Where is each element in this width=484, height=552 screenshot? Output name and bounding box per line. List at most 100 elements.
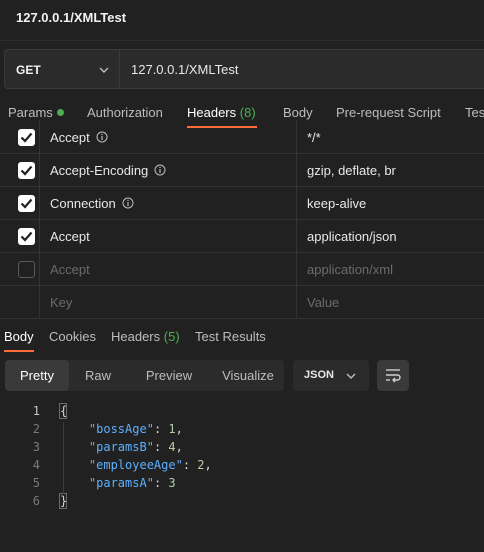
view-pretty-button[interactable]: Pretty xyxy=(5,360,69,391)
url-input[interactable]: 127.0.0.1/XMLTest xyxy=(131,62,238,77)
header-key: Accept-Encoding xyxy=(50,163,166,178)
header-checkbox[interactable] xyxy=(18,129,35,146)
tab-headers[interactable]: Headers (8) xyxy=(187,105,256,120)
header-key: Connection xyxy=(50,196,134,211)
header-value-text: application/json xyxy=(307,229,397,244)
tab-pre-request-script[interactable]: Pre-request Script xyxy=(336,105,441,120)
close-brace: } xyxy=(60,494,68,508)
open-brace: { xyxy=(60,404,68,418)
line-number: 2 xyxy=(32,422,40,436)
header-value-cell[interactable]: keep-alive xyxy=(297,187,484,219)
json-value: 4 xyxy=(168,440,176,454)
header-row: Accept application/json xyxy=(0,220,484,253)
line-number: 5 xyxy=(32,476,40,490)
response-tab-test-results[interactable]: Test Results xyxy=(195,329,266,344)
json-sep: , xyxy=(175,422,183,436)
header-row: Accept-Encoding gzip, deflate, br xyxy=(0,154,484,187)
format-label: JSON xyxy=(304,369,334,381)
tab-authorization[interactable]: Authorization xyxy=(87,105,163,120)
header-row-check-cell xyxy=(0,187,40,219)
tab-tests-label: Tes xyxy=(465,105,484,120)
request-title[interactable]: 127.0.0.1/XMLTest xyxy=(16,10,126,25)
tab-body-label: Body xyxy=(283,105,313,120)
params-indicator-dot xyxy=(56,109,64,116)
header-key-text: Accept xyxy=(50,229,90,244)
line-number: 6 xyxy=(32,494,40,508)
json-key: "employeeAge" xyxy=(88,458,183,472)
code-entry: "paramsB": 4, xyxy=(60,440,183,454)
new-header-value-input[interactable]: Value xyxy=(297,286,484,318)
json-key: "paramsA" xyxy=(88,476,154,490)
response-tab-cookies[interactable]: Cookies xyxy=(49,329,96,344)
json-value: 1 xyxy=(168,422,176,436)
json-colon: : xyxy=(153,476,169,490)
header-value-cell[interactable]: gzip, deflate, br xyxy=(297,154,484,186)
code-line: 3 "paramsB": 4, xyxy=(0,438,484,456)
new-header-key-input[interactable]: Key xyxy=(40,286,297,318)
code-entry: "bossAge": 1, xyxy=(60,422,183,436)
header-key-cell[interactable]: Connection xyxy=(40,187,297,219)
chevron-down-icon xyxy=(346,373,356,379)
header-checkbox[interactable] xyxy=(18,162,35,179)
code-line: 5 "paramsA": 3 xyxy=(0,474,484,492)
json-colon: : xyxy=(153,422,169,436)
response-tabs: Body Cookies Headers (5) Test Results xyxy=(0,320,484,354)
header-value-cell[interactable]: application/json xyxy=(297,220,484,252)
tab-headers-label: Headers xyxy=(187,105,237,120)
header-key: Accept xyxy=(50,130,108,145)
header-key-cell[interactable]: Accept xyxy=(40,220,297,252)
tab-authorization-label: Authorization xyxy=(87,105,163,120)
header-checkbox[interactable] xyxy=(18,228,35,245)
info-icon[interactable] xyxy=(154,164,166,176)
wrap-lines-button[interactable] xyxy=(377,360,409,391)
indent-guide xyxy=(63,422,64,494)
header-row-check-cell xyxy=(0,121,40,153)
response-active-underline xyxy=(4,350,34,352)
json-colon: : xyxy=(153,440,169,454)
tab-body[interactable]: Body xyxy=(283,105,313,120)
view-raw-button[interactable]: Raw xyxy=(71,360,125,391)
value-placeholder: Value xyxy=(307,295,340,310)
header-value-cell[interactable]: application/xml xyxy=(297,253,484,285)
header-row: Accept */* xyxy=(0,121,484,154)
header-checkbox[interactable] xyxy=(18,261,35,278)
json-key: "paramsB" xyxy=(88,440,154,454)
code-line: 4 "employeeAge": 2, xyxy=(0,456,484,474)
view-preview-button[interactable]: Preview xyxy=(129,360,209,391)
header-key-cell[interactable]: Accept xyxy=(40,121,297,153)
code-entry: "employeeAge": 2, xyxy=(60,458,212,472)
header-key-cell[interactable]: Accept xyxy=(40,253,297,285)
line-number: 1 xyxy=(32,404,40,418)
header-row-check-cell xyxy=(0,253,40,285)
code-line: 6 } xyxy=(0,492,484,510)
response-tab-headers[interactable]: Headers (5) xyxy=(111,329,180,344)
tab-headers-count: (8) xyxy=(239,105,256,120)
format-select[interactable]: JSON xyxy=(293,360,369,391)
json-value: 2 xyxy=(197,458,205,472)
check-icon xyxy=(20,198,33,209)
tab-tests[interactable]: Tes xyxy=(465,105,484,120)
header-value-text: */* xyxy=(307,130,321,145)
method-select[interactable]: GET xyxy=(5,50,120,88)
json-sep: , xyxy=(204,458,212,472)
json-sep: , xyxy=(175,440,183,454)
response-tab-headers-label: Headers xyxy=(111,329,161,344)
tab-params[interactable]: Params xyxy=(8,105,64,120)
header-value-text: keep-alive xyxy=(307,196,367,211)
header-key-cell[interactable]: Accept-Encoding xyxy=(40,154,297,186)
info-icon[interactable] xyxy=(96,131,108,143)
header-row-check-cell xyxy=(0,154,40,186)
header-checkbox[interactable] xyxy=(18,195,35,212)
header-value-cell[interactable]: */* xyxy=(297,121,484,153)
header-row-check-cell xyxy=(0,220,40,252)
check-icon xyxy=(20,165,33,176)
header-key-text: Accept xyxy=(50,262,90,277)
info-icon[interactable] xyxy=(122,197,134,209)
header-value-text: application/xml xyxy=(307,262,393,277)
view-visualize-button[interactable]: Visualize xyxy=(211,360,285,391)
check-icon xyxy=(20,132,33,143)
code-line: 1 { xyxy=(0,402,484,420)
response-tab-body[interactable]: Body xyxy=(4,329,34,344)
code-line: 2 "bossAge": 1, xyxy=(0,420,484,438)
header-row-check-cell xyxy=(0,286,40,318)
